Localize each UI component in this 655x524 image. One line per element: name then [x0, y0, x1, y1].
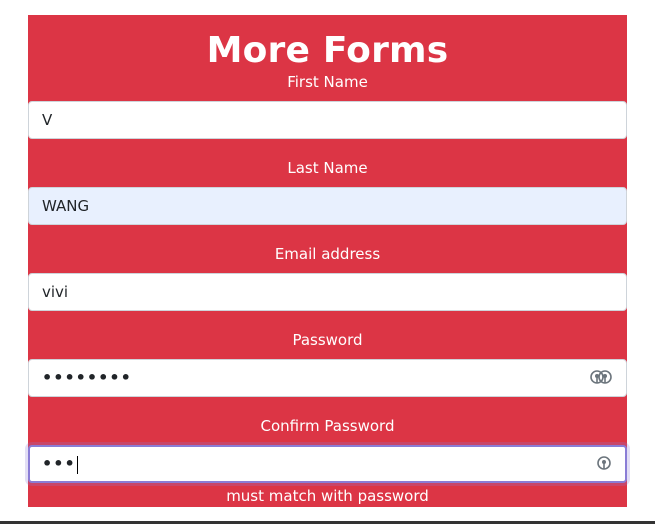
password-value: ••••••••	[42, 368, 132, 387]
form-card: More Forms First Name V Last Name WANG E…	[28, 15, 627, 507]
password-manager-icon-svg	[597, 456, 611, 470]
email-label: Email address	[274, 245, 381, 263]
password-label: Password	[292, 331, 363, 349]
password-manager-icon[interactable]	[589, 454, 613, 474]
confirm-password-helper: must match with password	[226, 487, 429, 505]
password-input[interactable]: ••••••••	[28, 359, 627, 397]
form-title: More Forms	[206, 30, 449, 71]
last-name-input[interactable]: WANG	[28, 187, 627, 225]
first-name-input[interactable]: V	[28, 101, 627, 139]
first-name-label: First Name	[287, 73, 368, 91]
last-name-label: Last Name	[287, 159, 368, 177]
password-manager-icon[interactable]	[589, 368, 613, 388]
first-name-value: V	[42, 111, 53, 129]
password-manager-icon-svg	[590, 370, 612, 384]
page: More Forms First Name V Last Name WANG E…	[0, 0, 655, 524]
confirm-password-label: Confirm Password	[260, 417, 395, 435]
confirm-password-value: •••	[42, 454, 76, 473]
last-name-value: WANG	[42, 197, 90, 215]
confirm-password-value-wrap: •••	[42, 446, 78, 482]
email-value: vivi	[42, 283, 69, 301]
confirm-password-input[interactable]: •••	[28, 445, 627, 483]
email-input[interactable]: vivi	[28, 273, 627, 311]
text-caret	[76, 455, 78, 474]
